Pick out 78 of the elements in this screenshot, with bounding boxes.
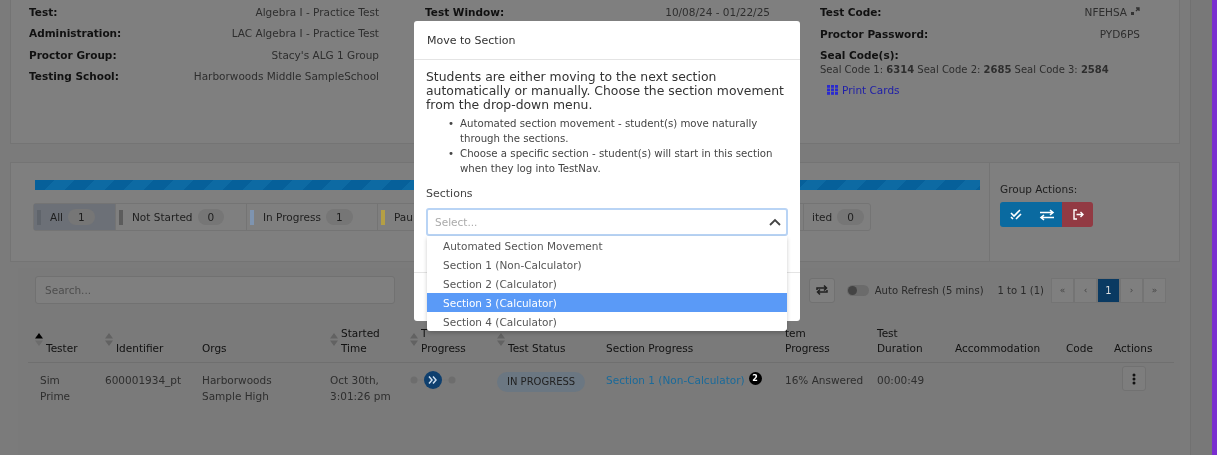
swap-arrows-icon	[1038, 208, 1055, 221]
modal-description: Students are either moving to the next section automatically or manually. Choose the section movement from the drop-down menu.	[426, 70, 785, 112]
field-label: Administration:	[29, 27, 122, 40]
column-header: Actions	[1114, 341, 1153, 356]
double-check-icon	[1009, 209, 1022, 220]
field-label: Test Code:	[820, 5, 882, 18]
table-cell: 16% Answered	[785, 374, 864, 386]
sort-icon[interactable]	[35, 333, 43, 346]
dropdown-option[interactable]: Section 1 (Non-Calculator)	[427, 255, 787, 274]
page-button[interactable]: ‹	[1074, 277, 1097, 303]
column-header: Code	[1066, 341, 1093, 356]
table-cell-text: Sim Prime	[39, 373, 71, 404]
count-badge: 1	[68, 209, 95, 225]
auto-refresh-label: Auto Refresh (5 mins)	[874, 284, 984, 296]
field-label: Test Window:	[425, 5, 505, 18]
column-header: Accommodation	[955, 341, 1041, 356]
page-range-text: 1 to 1 (1)	[997, 284, 1044, 296]
modal-title: Move to Section	[427, 33, 516, 47]
status-badge: IN PROGRESS	[497, 372, 586, 392]
filter-tab[interactable]: All 1	[34, 204, 116, 230]
dropdown-option[interactable]: Section 3 (Calculator)	[427, 293, 787, 312]
page-button[interactable]: «	[1051, 277, 1074, 303]
toggle-switch[interactable]	[846, 284, 869, 296]
column-header: tem Progress	[785, 326, 830, 356]
count-badge: 2	[748, 372, 762, 385]
column-header: Test Duration	[877, 326, 923, 356]
table-cell: 600001934_pt	[105, 374, 182, 386]
count-badge: 0	[197, 209, 225, 225]
seal-codes-text: Seal Code 1: 6314 Seal Code 2: 2685 Seal Code 3: 2584	[820, 63, 1110, 75]
page-button[interactable]: »	[1143, 277, 1166, 303]
table-cell: 00:00:49	[877, 374, 925, 386]
field-value: 10/08/24 - 01/22/25	[665, 5, 770, 18]
filter-tab[interactable]: In Progress 1	[247, 204, 378, 230]
bullet-marker: •	[448, 117, 454, 131]
count-badge: 0	[837, 209, 864, 225]
sections-label: Sections	[426, 187, 474, 200]
more-options-button[interactable]	[1122, 366, 1146, 391]
bullet-marker: •	[448, 147, 454, 161]
print-cards-link[interactable]: Print Cards	[827, 83, 900, 96]
progress-steps-drawing	[410, 370, 456, 390]
field-label: Testing School:	[29, 70, 119, 83]
grid-icon	[827, 84, 838, 95]
exit-button[interactable]	[1062, 202, 1093, 227]
bullet-text: Automated section movement - student(s) move naturally through the sections.	[460, 117, 759, 146]
field-label: Proctor Group:	[29, 48, 117, 61]
dropdown-option[interactable]: Automated Section Movement	[427, 236, 787, 255]
column-header: Section Progress	[606, 341, 694, 356]
column-header: Orgs	[202, 341, 227, 356]
field-label: Proctor Password:	[820, 28, 929, 40]
field-label: Seal Code(s):	[820, 48, 900, 61]
refresh-button[interactable]	[808, 277, 835, 303]
column-header: Tester	[46, 341, 78, 356]
dropdown-option[interactable]: Section 2 (Calculator)	[427, 274, 787, 293]
column-header: Test Status	[508, 341, 566, 356]
page-button[interactable]: ›	[1120, 277, 1143, 303]
filter-tab[interactable]: ited 0	[804, 204, 874, 230]
expand-icon[interactable]	[1131, 7, 1140, 17]
column-header: Identifier	[116, 341, 164, 356]
column-header: Started Time	[341, 326, 380, 356]
filter-tab[interactable]: Not Started 0	[116, 204, 247, 230]
page-button[interactable]: 1	[1097, 277, 1120, 303]
field-value: PYD6PS	[1099, 28, 1140, 40]
field-label: Test:	[29, 5, 58, 18]
move-button[interactable]	[1031, 202, 1062, 227]
bullet-text: Choose a specific section - student(s) will start in this section when they log into TestNav.	[460, 147, 774, 176]
section-select[interactable]: Select...	[426, 208, 788, 236]
caret-icon	[769, 218, 781, 226]
table-cell: Oct 30th, 3:01:26 pm	[330, 374, 391, 402]
table-cell: Harborwoods Sample High	[202, 374, 272, 402]
group-actions-label: Group Actions:	[1000, 183, 1079, 195]
kebab-icon	[1132, 372, 1136, 385]
refresh-icon	[814, 284, 829, 296]
field-value: Harborwoods Middle SampleSchool	[193, 70, 379, 83]
field-value: NFEHSA	[1084, 5, 1127, 18]
mark-complete-button[interactable]	[1000, 202, 1031, 227]
field-value: Stacy's ALG 1 Group	[271, 48, 379, 61]
sign-out-icon	[1071, 209, 1084, 220]
count-badge: 1	[325, 209, 353, 225]
